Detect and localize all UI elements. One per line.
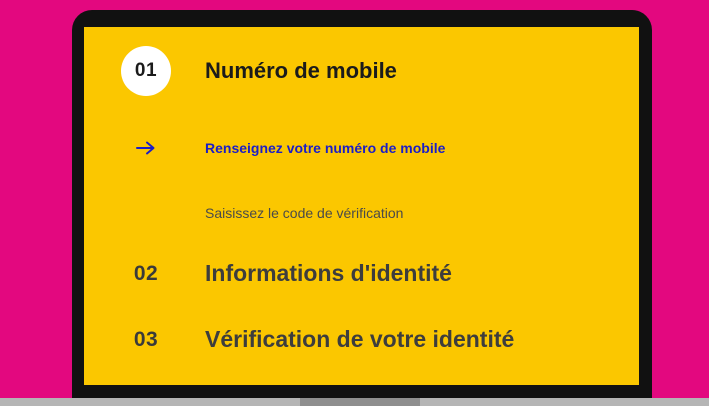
step-2: 02 Informations d'identité (121, 260, 452, 287)
step-2-number: 02 (133, 261, 159, 285)
bottom-bar (0, 398, 709, 406)
step-1: 01 Numéro de mobile (121, 46, 397, 96)
step-3: 03 Vérification de votre identité (121, 326, 514, 353)
step-3-title: Vérification de votre identité (205, 326, 515, 352)
step-3-number: 03 (133, 327, 159, 351)
bottom-bar-segment (0, 398, 300, 406)
step-1-number-badge: 01 (121, 46, 171, 96)
substep-pending-label: Saisissez le code de vérification (205, 205, 404, 221)
step-2-title: Informations d'identité (205, 260, 452, 286)
substep-current[interactable]: Renseignez votre numéro de mobile (121, 140, 445, 156)
bottom-bar-segment (420, 398, 709, 406)
step-1-title: Numéro de mobile (205, 58, 397, 83)
arrow-right-icon (121, 141, 171, 155)
steps-panel: 01 Numéro de mobile Renseignez votre num… (84, 27, 639, 385)
substep-current-label: Renseignez votre numéro de mobile (205, 140, 446, 156)
substep-pending: Saisissez le code de vérification (205, 205, 403, 221)
